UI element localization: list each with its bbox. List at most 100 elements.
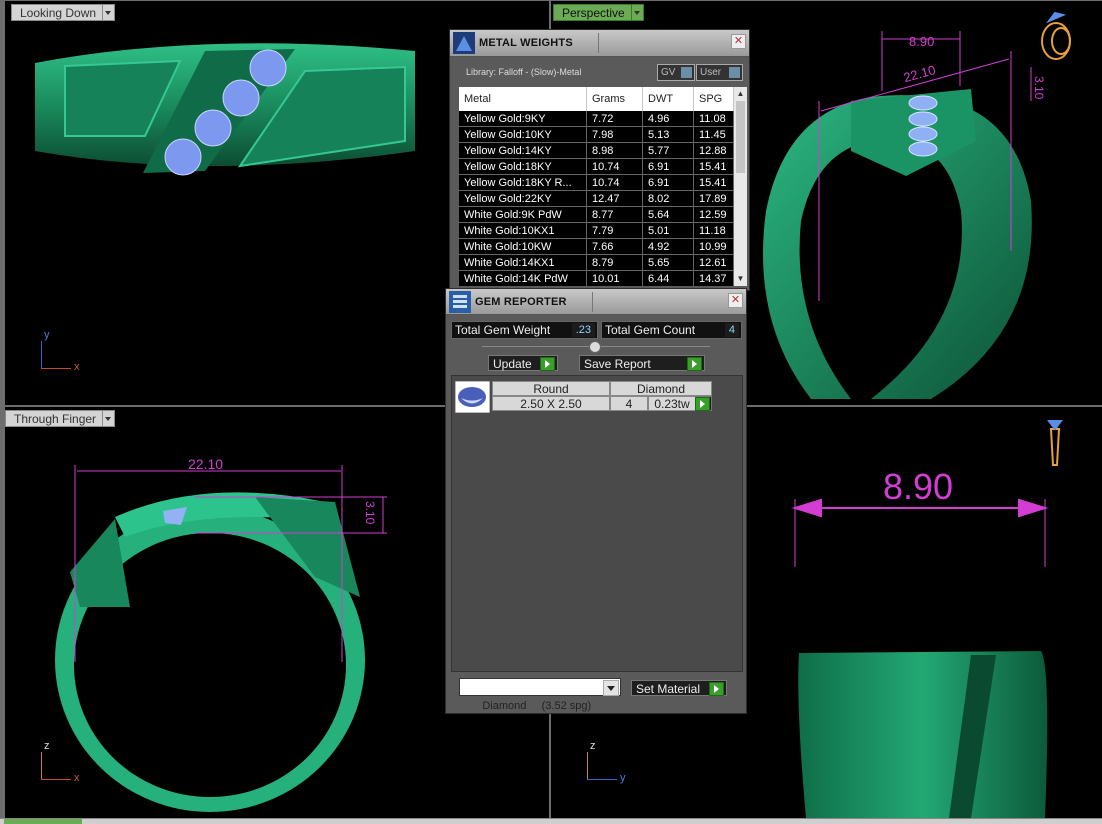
- close-icon[interactable]: ✕: [728, 293, 743, 308]
- viewport-tab-looking-down[interactable]: Looking Down: [11, 4, 116, 21]
- cell-grams: 10.74: [587, 159, 643, 175]
- table-row[interactable]: Yellow Gold:18KY 10.74 6.91 15.41: [459, 159, 747, 175]
- viewport-label[interactable]: Through Finger: [5, 410, 103, 427]
- scroll-up-icon[interactable]: ▲: [734, 88, 747, 100]
- table-row[interactable]: White Gold:14K PdW 10.01 6.44 14.37: [459, 271, 747, 286]
- material-select[interactable]: Diamond (3.52 spg): [459, 678, 621, 712]
- material-select-value: Diamond (3.52 spg): [482, 700, 592, 712]
- round-diamond-icon: [455, 381, 490, 413]
- set-material-button[interactable]: Set Material: [631, 680, 727, 696]
- cell-dwt: 6.91: [643, 175, 694, 191]
- gem-weight: 0.23tw: [648, 396, 696, 411]
- cell-dwt: 8.02: [643, 191, 694, 207]
- save-report-button[interactable]: Save Report: [579, 355, 705, 371]
- cell-dwt: 6.44: [643, 271, 694, 286]
- viewport-label[interactable]: Looking Down: [11, 4, 103, 21]
- table-row[interactable]: Yellow Gold:10KY 7.98 5.13 11.45: [459, 127, 747, 143]
- column-header-grams[interactable]: Grams: [587, 87, 643, 111]
- column-header-spg[interactable]: SPG: [694, 87, 734, 111]
- bottom-tab-strip: [0, 818, 1102, 824]
- dim-width-label: 8.90: [883, 466, 953, 507]
- axis-indicator: z x: [41, 740, 81, 784]
- update-button[interactable]: Update: [488, 355, 558, 371]
- metal-weights-table: Metal Grams DWT SPG Yellow Gold:9KY 7.72 4…: [459, 87, 747, 286]
- dim-length-label: 22.10: [188, 456, 223, 472]
- cell-metal: White Gold:10KW: [459, 239, 587, 255]
- column-header-dwt[interactable]: DWT: [643, 87, 694, 111]
- cell-dwt: 5.13: [643, 127, 694, 143]
- ring-preview-icon: [1047, 420, 1063, 466]
- axis-indicator: y x: [41, 329, 81, 373]
- axis-x-label: x: [74, 772, 80, 784]
- table-header: Metal Grams DWT SPG: [459, 87, 747, 111]
- scroll-thumb[interactable]: [736, 101, 745, 173]
- table-row[interactable]: White Gold:10KX1 7.79 5.01 11.18: [459, 223, 747, 239]
- table-body: Yellow Gold:9KY 7.72 4.96 11.08 Yellow Gold…: [459, 111, 747, 286]
- panel-title: METAL WEIGHTS: [479, 37, 573, 49]
- total-gem-weight: Total Gem Weight .23: [451, 321, 598, 339]
- save-report-button-label: Save Report: [584, 357, 651, 371]
- ring-preview-icon: [1041, 11, 1071, 60]
- table-scrollbar[interactable]: ▲ ▼: [734, 87, 747, 286]
- table-row[interactable]: White Gold:9K PdW 8.77 5.64 12.59: [459, 207, 747, 223]
- table-row[interactable]: Yellow Gold:18KY R... 10.74 6.91 15.41: [459, 175, 747, 191]
- chevron-down-icon[interactable]: [102, 4, 116, 21]
- table-row[interactable]: Yellow Gold:9KY 7.72 4.96 11.08: [459, 111, 747, 127]
- viewport-tab-perspective[interactable]: Perspective: [553, 4, 644, 21]
- chevron-down-icon[interactable]: [630, 4, 644, 21]
- gem-reporter-body: Total Gem Weight .23 Total Gem Count 4 U…: [446, 314, 746, 712]
- table-row[interactable]: White Gold:10KW 7.66 4.92 10.99: [459, 239, 747, 255]
- splitter-handle[interactable]: [482, 341, 710, 353]
- panel-title: GEM REPORTER: [475, 295, 567, 308]
- chevron-down-icon[interactable]: [102, 410, 116, 427]
- cell-metal: Yellow Gold:14KY: [459, 143, 587, 159]
- cell-grams: 8.79: [587, 255, 643, 271]
- axis-x-label: x: [74, 361, 80, 373]
- panel-header[interactable]: GEM REPORTER ✕: [446, 289, 746, 315]
- column-header-metal[interactable]: Metal: [459, 87, 587, 111]
- cell-grams: 8.98: [587, 143, 643, 159]
- cell-spg: 11.45: [694, 127, 734, 143]
- chevron-down-icon[interactable]: [603, 680, 619, 696]
- cell-spg: 11.18: [694, 223, 734, 239]
- user-toggle[interactable]: User: [696, 64, 743, 81]
- cell-grams: 7.72: [587, 111, 643, 127]
- viewport-label[interactable]: Perspective: [553, 4, 631, 21]
- axis-indicator: z y: [587, 740, 627, 784]
- cell-grams: 10.01: [587, 271, 643, 286]
- splitter-knob-icon[interactable]: [589, 341, 601, 353]
- cell-grams: 7.66: [587, 239, 643, 255]
- bottom-tab-active[interactable]: [4, 819, 82, 824]
- close-icon[interactable]: ✕: [731, 34, 746, 49]
- cell-spg: 14.37: [694, 271, 734, 286]
- cell-spg: 17.89: [694, 191, 734, 207]
- play-icon: [687, 357, 702, 371]
- axis-z-label: z: [590, 740, 596, 752]
- play-icon: [709, 682, 724, 696]
- update-button-label: Update: [493, 357, 532, 371]
- total-gem-count-value: 4: [724, 323, 739, 337]
- table-row[interactable]: Yellow Gold:22KY 12.47 8.02 17.89: [459, 191, 747, 207]
- gem-type: Diamond: [610, 381, 712, 396]
- dim-height-label: 3.10: [363, 501, 377, 525]
- cell-metal: Yellow Gold:22KY: [459, 191, 587, 207]
- table-row[interactable]: Yellow Gold:14KY 8.98 5.77 12.88: [459, 143, 747, 159]
- total-gem-count-label: Total Gem Count: [605, 323, 696, 337]
- scroll-down-icon[interactable]: ▼: [734, 273, 747, 285]
- user-toggle-label: User: [700, 67, 722, 78]
- cell-spg: 12.88: [694, 143, 734, 159]
- panel-header[interactable]: METAL WEIGHTS ✕: [450, 30, 749, 57]
- cell-dwt: 5.64: [643, 207, 694, 223]
- gv-toggle[interactable]: GV: [657, 64, 695, 81]
- cell-metal: White Gold:14K PdW: [459, 271, 587, 286]
- cell-metal: White Gold:10KX1: [459, 223, 587, 239]
- dim-length-label: 22.10: [902, 62, 937, 85]
- cell-metal: Yellow Gold:18KY: [459, 159, 587, 175]
- play-icon: [540, 357, 555, 371]
- total-gem-count: Total Gem Count 4: [601, 321, 742, 339]
- gem-details-button[interactable]: [695, 396, 712, 411]
- cell-metal: White Gold:14KX1: [459, 255, 587, 271]
- viewport-tab-through-finger[interactable]: Through Finger: [5, 410, 116, 427]
- table-row[interactable]: White Gold:14KX1 8.79 5.65 12.61: [459, 255, 747, 271]
- cell-dwt: 5.65: [643, 255, 694, 271]
